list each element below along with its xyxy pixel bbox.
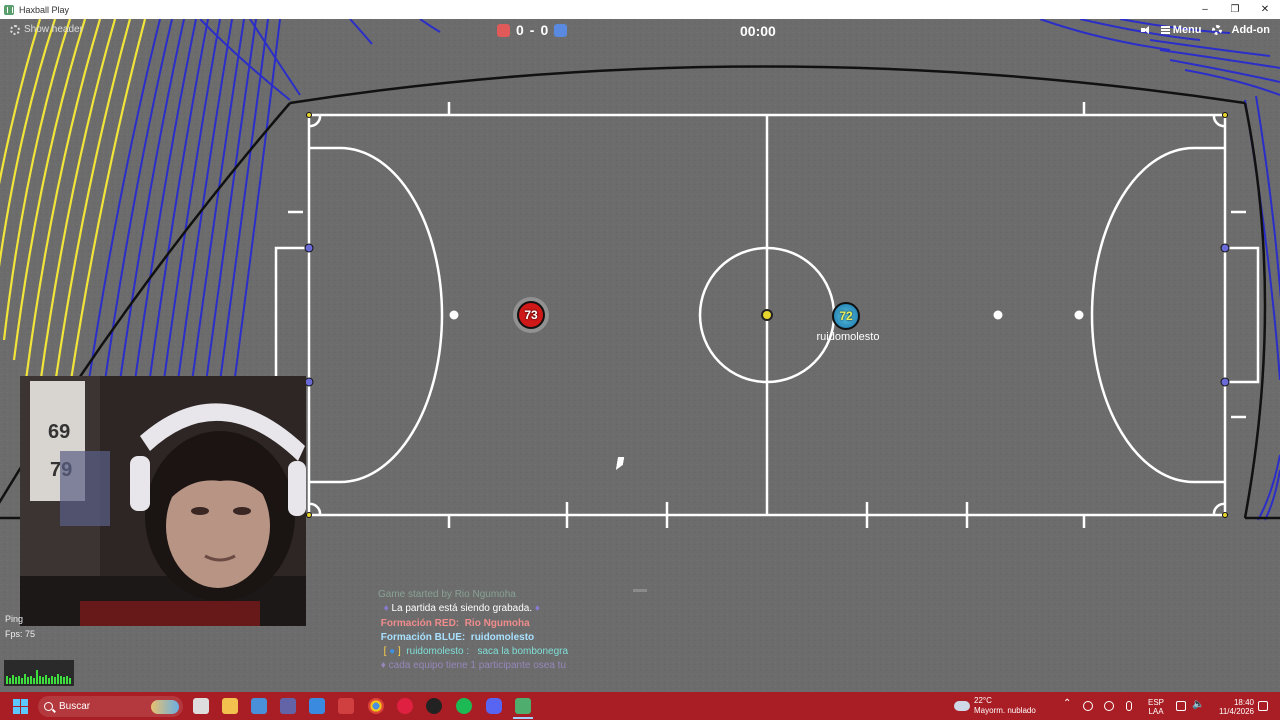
windows-start-icon[interactable]	[13, 699, 28, 714]
chat-line: ♦ La partida está siendo grabada. ♦	[383, 603, 541, 615]
blue-team-icon	[554, 23, 568, 37]
network-stats: Ping Fps: 75	[5, 612, 35, 642]
chat-line: [ ● ] ruidomolesto : saca la bombonegra	[383, 646, 569, 658]
file-explorer-icon[interactable]	[222, 698, 238, 714]
hud-controls: Menu Add-on	[1140, 24, 1270, 36]
scoreboard: 0 - 0	[497, 22, 568, 38]
chat-line: Game started by Rio Ngumoha	[378, 589, 516, 600]
game-ball	[761, 309, 773, 321]
blue-player-name: ruidomolesto	[816, 331, 880, 343]
network-icon[interactable]	[1083, 701, 1093, 711]
blue-player-number: 72	[839, 309, 853, 323]
display-icon[interactable]	[1176, 701, 1186, 711]
restore-button[interactable]: ❐	[1220, 0, 1250, 19]
game-hud: Show header 0 - 0 00:00 Menu Add-on	[0, 19, 1280, 43]
volume-icon[interactable]	[1140, 25, 1151, 35]
ping-label: Ping	[5, 614, 24, 624]
cloud-icon	[954, 701, 970, 711]
window-title: Haxball Play	[19, 4, 70, 15]
weather-widget[interactable]: 22°C Mayorm. nublado	[954, 696, 1036, 716]
calculator-icon[interactable]	[251, 698, 267, 714]
chat-line: ♦ cada equipo tiene 1 participante osea …	[378, 660, 567, 672]
menu-label: Menu	[1172, 24, 1202, 36]
show-header-toggle[interactable]: Show header	[10, 24, 83, 35]
chrome-icon[interactable]	[368, 698, 384, 714]
teams-icon[interactable]	[280, 698, 296, 714]
menu-button[interactable]: Menu	[1160, 24, 1202, 36]
chat-line: Formación RED: Rio Ngumoha	[380, 617, 530, 629]
score-separator: -	[529, 22, 535, 38]
haxball-taskbar-icon[interactable]	[515, 698, 531, 714]
discord-icon[interactable]	[486, 698, 502, 714]
fps-label: Fps: 75	[5, 629, 36, 639]
taskbar-search[interactable]: Buscar	[38, 696, 183, 717]
active-app-indicator	[513, 717, 533, 719]
close-button[interactable]: ✕	[1250, 0, 1280, 19]
gear-icon	[10, 24, 20, 35]
show-header-label: Show header	[24, 24, 83, 35]
obs-icon[interactable]	[426, 698, 442, 714]
task-view-icon[interactable]	[193, 698, 209, 714]
chevron-up-icon[interactable]: ⌃	[1063, 698, 1071, 709]
search-icon	[44, 702, 53, 711]
chat-log: Game started by Rio Ngumoha ♦ La partida…	[378, 588, 678, 674]
svg-text:69: 69	[48, 421, 70, 443]
webcam-image: 69 79	[20, 376, 306, 626]
editor-icon[interactable]	[338, 698, 354, 714]
opera-icon[interactable]	[397, 698, 413, 714]
red-player: 73	[517, 301, 545, 329]
windows-taskbar: Buscar 22°C Mayorm. nublado ⌃ ESP LAA 🔈 …	[0, 692, 1280, 720]
settings-gear-icon[interactable]	[1211, 25, 1222, 35]
window-titlebar: Haxball Play – ❐ ✕	[0, 0, 1280, 19]
blue-player: 72	[832, 302, 860, 330]
speaker-icon[interactable]: 🔈	[1192, 699, 1204, 710]
weather-desc: Mayorm. nublado	[974, 706, 1036, 715]
notepad-icon[interactable]	[309, 698, 325, 714]
chat-line: Formación BLUE: ruidomolesto	[380, 631, 535, 643]
webcam-overlay: 69 79	[20, 376, 306, 626]
weather-temp: 22°C	[974, 696, 992, 705]
spotify-icon[interactable]	[456, 698, 472, 714]
red-team-icon	[497, 23, 510, 37]
notifications-icon[interactable]	[1258, 701, 1268, 711]
addon-button[interactable]: Add-on	[1232, 24, 1270, 36]
system-clock[interactable]: 18:40 11/4/2026	[1210, 698, 1254, 716]
haxball-app-icon	[4, 4, 14, 15]
red-player-number: 73	[524, 308, 538, 322]
search-placeholder: Buscar	[59, 701, 91, 712]
window-controls: – ❐ ✕	[1190, 0, 1280, 19]
minimize-button[interactable]: –	[1190, 0, 1220, 19]
blue-score: 0	[540, 22, 549, 38]
red-score: 0	[516, 22, 524, 38]
match-timer: 00:00	[740, 23, 776, 39]
menu-icon	[1160, 26, 1170, 35]
fps-graph	[4, 660, 74, 686]
language-indicator[interactable]: ESP LAA	[1148, 698, 1164, 716]
search-highlight-icon	[151, 699, 179, 714]
steam-icon[interactable]	[1104, 701, 1114, 711]
microphone-icon[interactable]	[1126, 701, 1132, 711]
